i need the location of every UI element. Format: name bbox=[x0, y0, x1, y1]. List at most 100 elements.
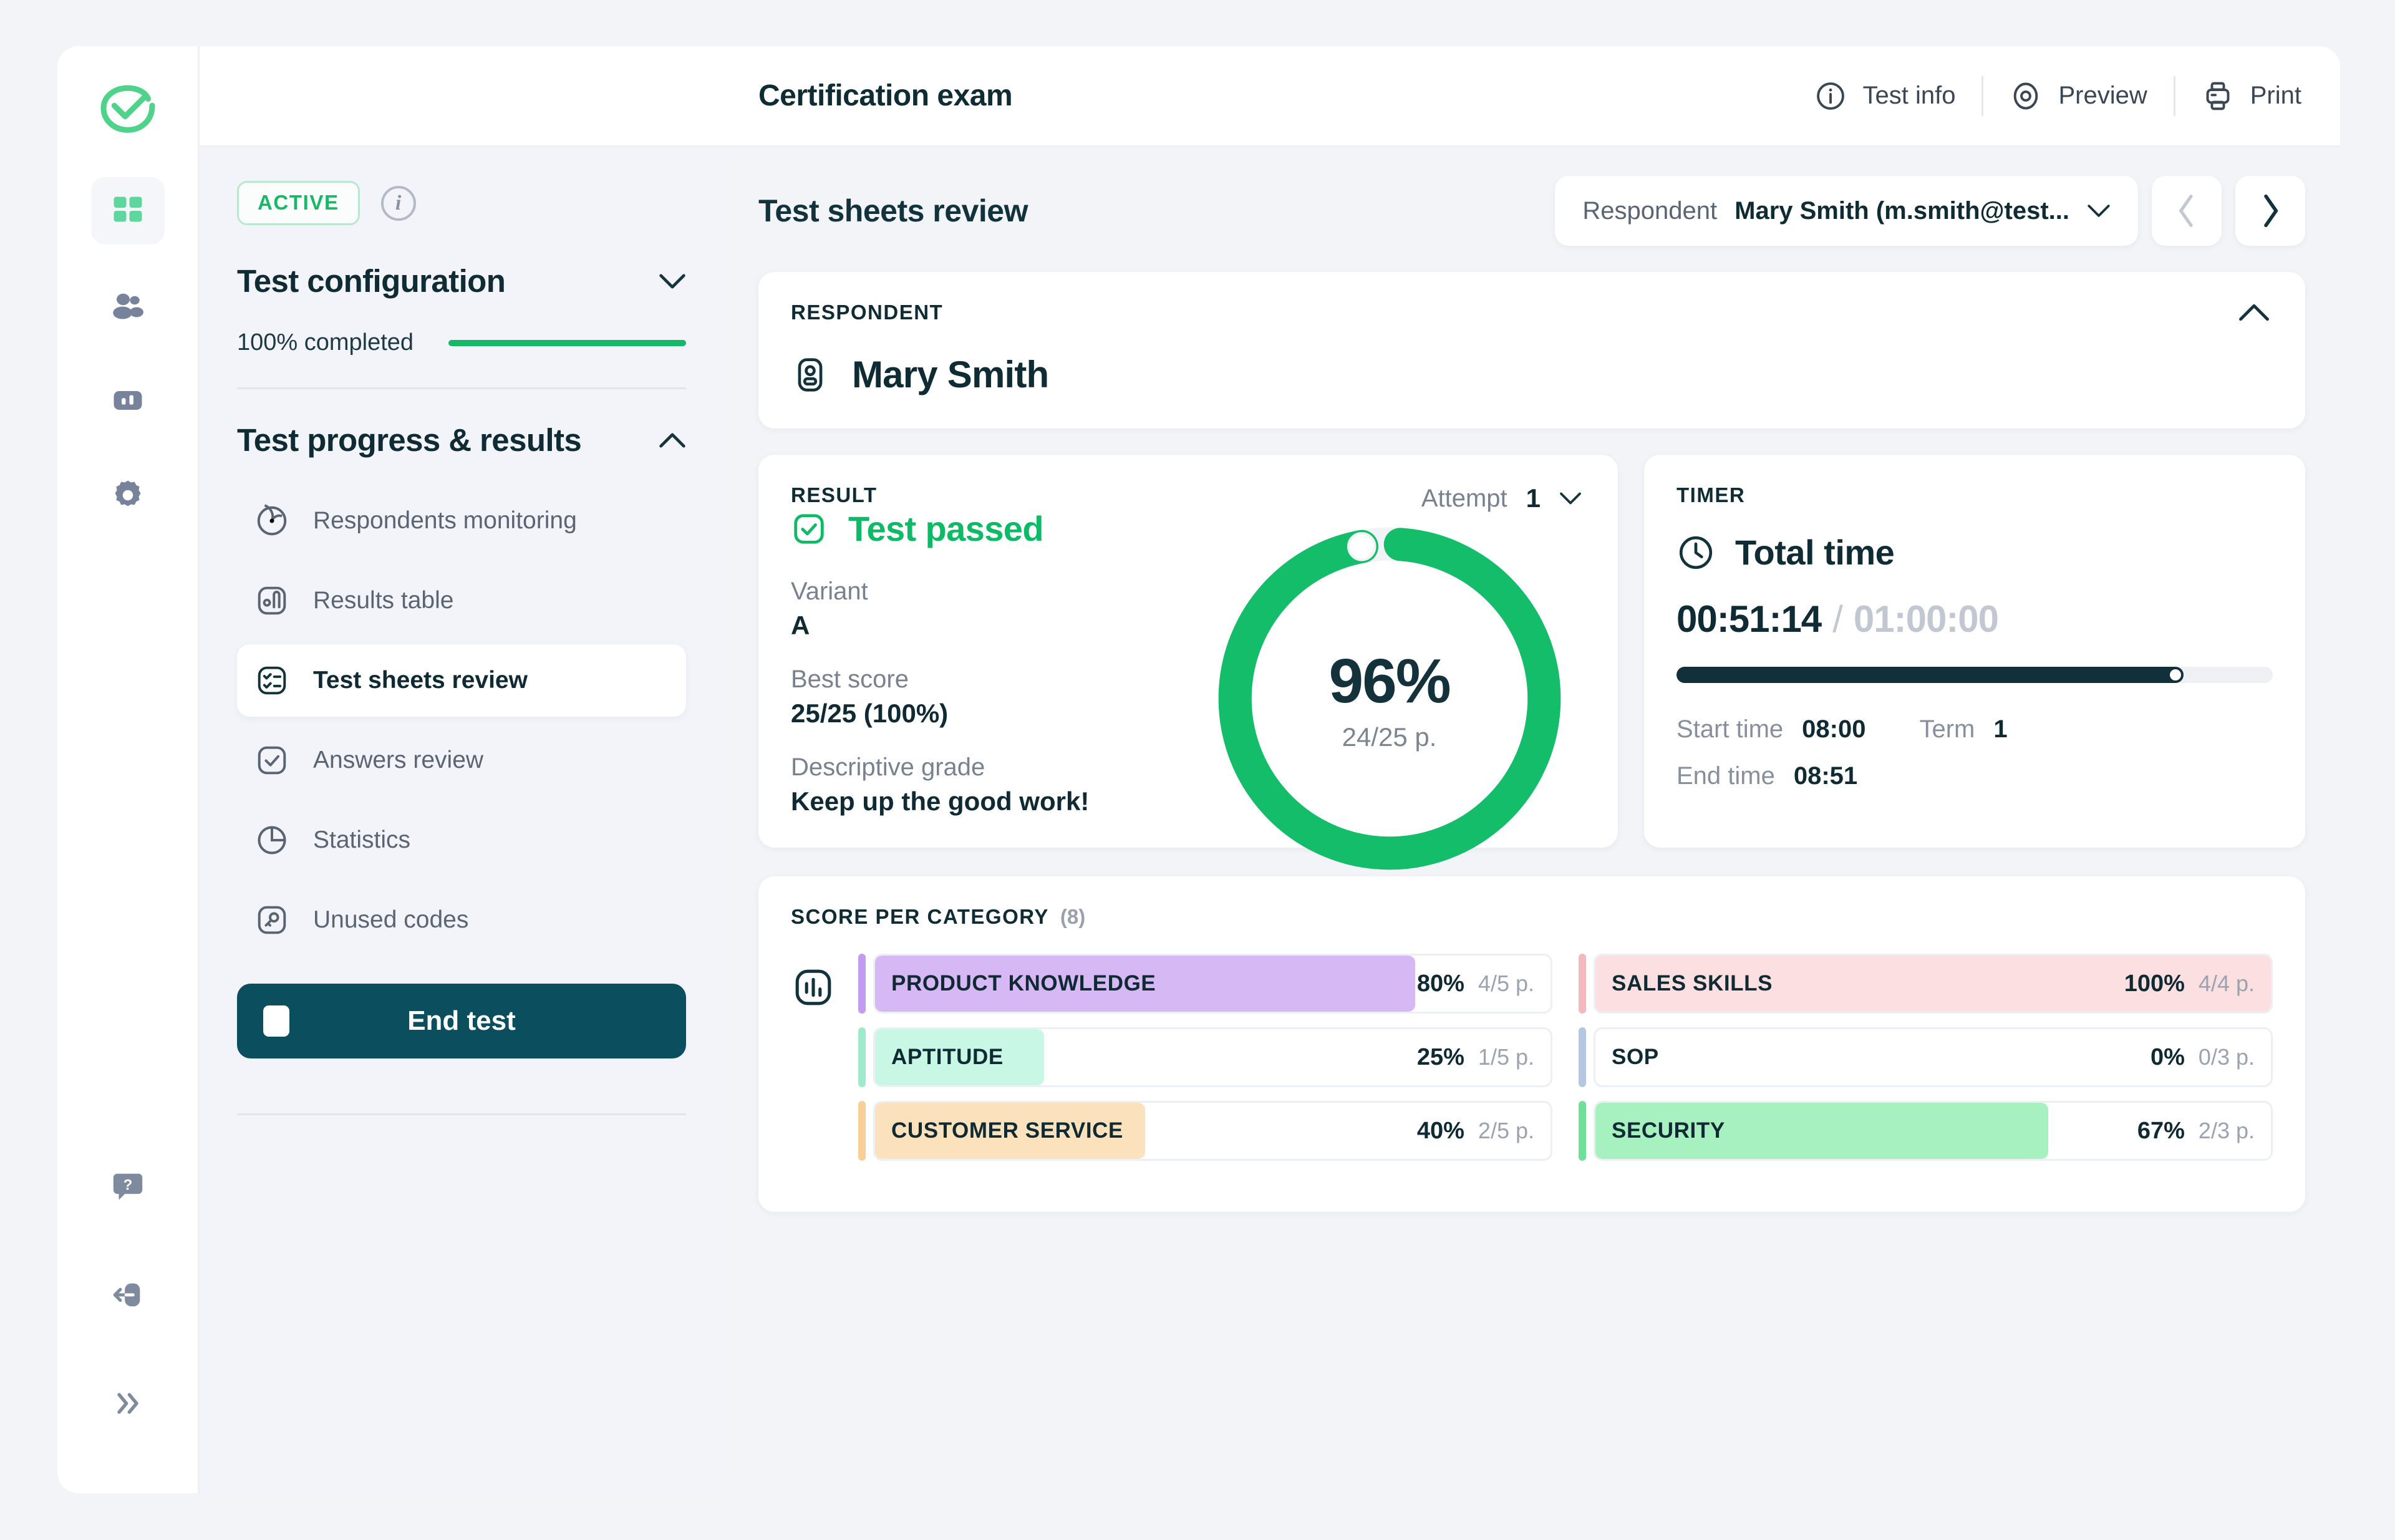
rail-item-reports[interactable] bbox=[91, 367, 165, 434]
sidebar-item-test-sheets-review[interactable]: Test sheets review bbox=[237, 644, 686, 717]
timer-total: 01:00:00 bbox=[1853, 598, 1999, 640]
end-test-label: End test bbox=[407, 1005, 516, 1036]
category-values: 67% 2/3 p. bbox=[2137, 1118, 2255, 1145]
category-progressbar: PRODUCT KNOWLEDGE 80% 4/5 p. bbox=[873, 954, 1552, 1014]
timer-card-eyebrow: TIMER bbox=[1676, 483, 1746, 506]
timer-card: TIMER Total time 00:51:14/01:00:00 Start… bbox=[1644, 455, 2305, 848]
category-progressbar: APTITUDE 25% 1/5 p. bbox=[873, 1027, 1552, 1087]
rail-item-settings[interactable] bbox=[91, 462, 165, 529]
test-info-button[interactable]: Test info bbox=[1788, 80, 1982, 112]
key-icon bbox=[258, 906, 286, 934]
section-test-configuration[interactable]: Test configuration bbox=[237, 263, 686, 299]
end-test-button[interactable]: End test bbox=[237, 984, 686, 1058]
test-info-label: Test info bbox=[1862, 82, 1956, 109]
completion-progressbar bbox=[448, 339, 686, 346]
respondent-card: RESPONDENT Mary Smith bbox=[758, 272, 2305, 429]
section-test-progress[interactable]: Test progress & results bbox=[237, 422, 686, 458]
preview-button[interactable]: Preview bbox=[1983, 80, 2173, 112]
timer-progress-knob bbox=[2169, 669, 2181, 680]
category-column: SALES SKILLS 100% 4/4 p. SOP 0% 0/3 p. SECURIT… bbox=[1579, 954, 2273, 1174]
expand-chevrons-icon[interactable] bbox=[91, 1370, 165, 1437]
test-sheet-icon bbox=[258, 666, 286, 695]
category-accent-strip bbox=[858, 954, 866, 1014]
help-bubble-icon[interactable]: ? bbox=[91, 1153, 165, 1220]
category-values: 100% 4/4 p. bbox=[2124, 971, 2255, 997]
respondent-select[interactable]: Respondent Mary Smith (m.smith@test... bbox=[1555, 176, 2138, 246]
category-columns: PRODUCT KNOWLEDGE 80% 4/5 p. APTITUDE 25% 1/5… bbox=[858, 954, 2273, 1174]
category-row[interactable]: SOP 0% 0/3 p. bbox=[1579, 1027, 2273, 1087]
respondent-card-collapse-button[interactable] bbox=[2238, 303, 2270, 325]
best-score-value: 25/25 (100%) bbox=[791, 699, 949, 728]
sidebar-item-label: Respondents monitoring bbox=[313, 507, 577, 534]
category-percent: 25% bbox=[1416, 1044, 1464, 1070]
next-respondent-button[interactable] bbox=[2235, 176, 2305, 246]
rail-item-dashboard[interactable] bbox=[90, 177, 165, 245]
category-row[interactable]: SALES SKILLS 100% 4/4 p. bbox=[1579, 954, 2273, 1014]
category-row[interactable]: APTITUDE 25% 1/5 p. bbox=[858, 1027, 1552, 1087]
sidebar-item-answers-review[interactable]: Answers review bbox=[237, 724, 686, 797]
icon-rail: ? bbox=[57, 46, 200, 1493]
respondent-select-label: Respondent bbox=[1582, 196, 1718, 225]
eye-target-icon bbox=[2014, 82, 2038, 109]
brand-check-logo[interactable] bbox=[93, 76, 163, 146]
category-column: PRODUCT KNOWLEDGE 80% 4/5 p. APTITUDE 25% 1/5… bbox=[858, 954, 1552, 1174]
clock-icon bbox=[1679, 536, 1713, 569]
topbar: Certification exam Test info Preview Pri… bbox=[723, 46, 2340, 147]
chevron-left-icon bbox=[2179, 195, 2193, 227]
print-label: Print bbox=[2250, 82, 2301, 109]
sidebar-item-respondents-monitoring[interactable]: Respondents monitoring bbox=[237, 485, 686, 557]
best-score-label: Best score bbox=[791, 666, 909, 693]
category-row[interactable]: SECURITY 67% 2/3 p. bbox=[1579, 1101, 2273, 1161]
sidebar-divider-2 bbox=[237, 1113, 686, 1115]
svg-text:?: ? bbox=[123, 1176, 132, 1193]
chevron-up-icon bbox=[659, 432, 685, 448]
timer-meta-row-2: End time 08:51 bbox=[1676, 762, 2273, 790]
donut-percent: 96% bbox=[1328, 646, 1451, 716]
term-value: 1 bbox=[1993, 715, 2008, 743]
sidebar-item-statistics[interactable]: Statistics bbox=[237, 804, 686, 876]
category-values: 80% 4/5 p. bbox=[1417, 971, 1534, 997]
section-title-config: Test configuration bbox=[237, 263, 506, 299]
completion-row: 100% completed bbox=[237, 329, 686, 356]
result-timer-row: RESULT Test passed Variant A Best score … bbox=[758, 455, 2305, 870]
attempt-select[interactable]: Attempt 1 bbox=[1421, 483, 1582, 513]
prev-respondent-button[interactable] bbox=[2152, 176, 2222, 246]
timer-separator: / bbox=[1832, 598, 1843, 640]
category-points: 4/4 p. bbox=[2198, 970, 2255, 996]
category-name: SALES SKILLS bbox=[1612, 971, 1773, 995]
logout-icon[interactable] bbox=[91, 1261, 165, 1329]
timer-meta-row-1: Start time 08:00 Term 1 bbox=[1676, 715, 2273, 743]
timer-progress-fill bbox=[1676, 667, 2184, 683]
category-row[interactable]: PRODUCT KNOWLEDGE 80% 4/5 p. bbox=[858, 954, 1552, 1014]
category-percent: 0% bbox=[2151, 1044, 2185, 1070]
respondent-name: Mary Smith bbox=[852, 354, 1049, 395]
category-progressbar: SECURITY 67% 2/3 p. bbox=[1594, 1101, 2273, 1161]
info-circle-icon bbox=[1816, 82, 1844, 110]
chevron-up-icon bbox=[2239, 304, 2269, 321]
category-values: 40% 2/5 p. bbox=[1417, 1118, 1534, 1145]
category-accent-strip bbox=[1579, 1101, 1586, 1161]
status-badge: ACTIVE bbox=[237, 181, 360, 225]
category-points: 4/5 p. bbox=[1478, 970, 1534, 996]
timer-elapsed: 00:51:14 bbox=[1676, 598, 1822, 640]
end-time-value: 08:51 bbox=[1793, 762, 1858, 790]
section-page-title: Test sheets review bbox=[758, 193, 1028, 228]
descriptive-grade-value: Keep up the good work! bbox=[791, 787, 1090, 816]
sidebar-item-results-table[interactable]: Results table bbox=[237, 564, 686, 637]
print-button[interactable]: Print bbox=[2175, 80, 2301, 112]
sidebar-item-unused-codes[interactable]: Unused codes bbox=[237, 884, 686, 956]
check-square-icon bbox=[258, 746, 286, 775]
score-category-count: (8) bbox=[1060, 905, 1086, 928]
app-window: ? ACTIVE i Test configuration 100% compl… bbox=[57, 46, 2340, 1493]
status-row: ACTIVE i bbox=[237, 181, 686, 225]
score-card-eyebrow: SCORE PER CATEGORY bbox=[791, 905, 1049, 928]
category-percent: 100% bbox=[2124, 970, 2185, 997]
category-name: PRODUCT KNOWLEDGE bbox=[891, 971, 1156, 995]
sidebar-nav-list: Respondents monitoring Results table Test … bbox=[237, 485, 686, 956]
chevron-right-icon bbox=[2264, 194, 2278, 228]
person-badge-icon bbox=[798, 357, 823, 392]
rail-item-users[interactable] bbox=[91, 272, 165, 339]
category-row[interactable]: CUSTOMER SERVICE 40% 2/5 p. bbox=[858, 1101, 1552, 1161]
info-circle-icon[interactable]: i bbox=[380, 185, 416, 221]
main-area: Certification exam Test info Preview Pri… bbox=[723, 46, 2340, 1493]
